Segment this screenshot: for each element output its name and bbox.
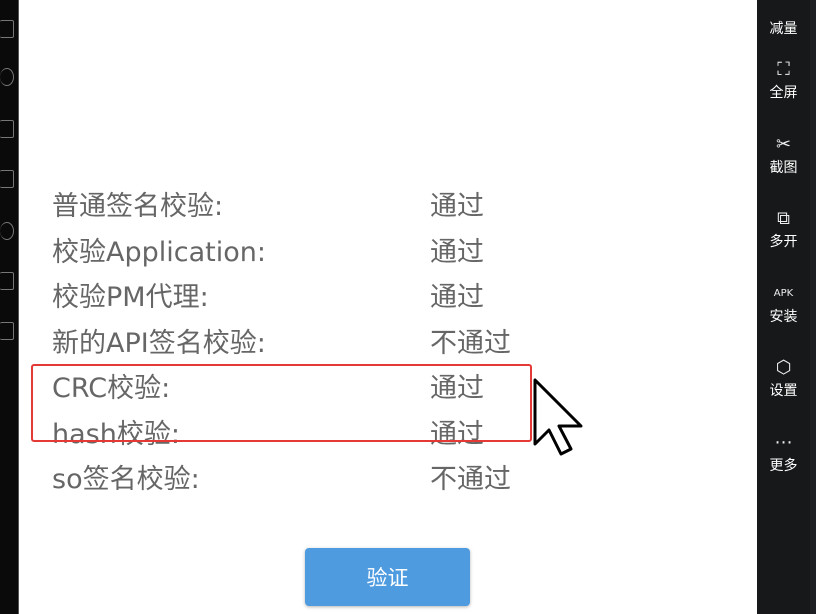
layers-icon[interactable] <box>0 272 14 290</box>
calendar-icon[interactable] <box>0 20 14 38</box>
db-settings-icon[interactable] <box>0 322 14 340</box>
toolbar-fullscreen-button[interactable]: ⛶ 全屏 <box>757 58 810 102</box>
highlight-box <box>31 364 532 442</box>
emulator-toolbar: 减量 ⛶ 全屏 ✂ 截图 ⧉ 多开 APK 安装 ⬡ 设置 ⋯ 更多 <box>757 0 816 614</box>
file-icon[interactable] <box>0 120 14 138</box>
toolbar-label: 多开 <box>769 234 798 250</box>
check-label: 新的API签名校验: <box>52 327 266 359</box>
bulb-icon[interactable] <box>0 68 14 86</box>
check-result: 通过 <box>430 236 484 268</box>
toolbar-label: 截图 <box>769 159 798 176</box>
scissors-icon: ✂ <box>775 133 792 155</box>
check-label: 普通签名校验: <box>52 191 224 222</box>
check-result: 通过 <box>430 282 484 313</box>
toolbar-label: 设置 <box>769 383 798 399</box>
edit-icon[interactable] <box>0 170 14 188</box>
check-result: 通过 <box>430 191 484 222</box>
check-result: 不通过 <box>430 464 511 495</box>
settings-icon: ⬡ <box>775 357 792 378</box>
check-label: so签名校验: <box>52 464 200 495</box>
apk-install-icon: APK <box>773 287 794 299</box>
toolbar-more-button[interactable]: ⋯ 更多 <box>757 431 810 475</box>
toolbar-label: 全屏 <box>769 85 798 101</box>
ide-left-toolbar <box>0 0 19 614</box>
check-label: 校验PM代理: <box>52 282 209 313</box>
check-label: 校验Application: <box>52 236 266 268</box>
volume-down-icon <box>757 0 810 18</box>
more-icon: ⋯ <box>774 431 793 453</box>
mouse-cursor-icon <box>533 378 583 456</box>
check-result: 不通过 <box>430 327 511 359</box>
graph-icon[interactable] <box>0 222 14 240</box>
emulator-screen: 普通签名校验: 通过 校验Application: 通过 校验PM代理: 通过 新的A… <box>19 0 757 614</box>
toolbar-label: 减量 <box>769 21 798 37</box>
fullscreen-icon: ⛶ <box>777 59 790 80</box>
toolbar-label: 更多 <box>769 457 798 474</box>
toolbar-multi-window-button[interactable]: ⧉ 多开 <box>757 207 810 251</box>
verify-button[interactable]: 验证 <box>305 548 470 606</box>
toolbar-label: 安装 <box>769 308 798 325</box>
toolbar-apk-install-button[interactable]: APK 安装 <box>757 282 810 326</box>
toolbar-scissors-button[interactable]: ✂ 截图 <box>757 133 810 177</box>
toolbar-settings-button[interactable]: ⬡ 设置 <box>757 356 810 400</box>
toolbar-volume-down-button[interactable]: 减量 <box>757 0 810 38</box>
multi-window-icon: ⧉ <box>777 208 790 229</box>
